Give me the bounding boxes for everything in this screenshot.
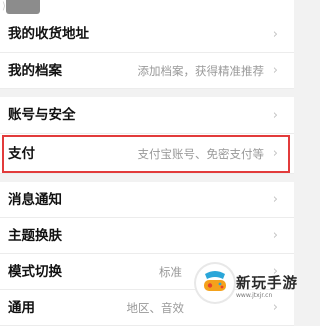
chevron-right-icon: ›: [272, 146, 278, 161]
menu-item-label: 通用: [8, 300, 35, 316]
menu-item-label: 模式切换: [8, 264, 62, 280]
chevron-right-icon: ›: [272, 108, 278, 123]
menu-item-payment[interactable]: 支付 支付宝账号、免密支付等 ›: [0, 134, 294, 174]
avatar[interactable]: [6, 0, 40, 14]
menu-item-label: 支付: [8, 146, 35, 162]
chevron-right-icon: ›: [272, 228, 278, 243]
menu-item-label: 主题换肤: [8, 228, 62, 244]
menu-item-desc: 支付宝账号、免密支付等: [137, 147, 265, 161]
menu-item-label: 账号与安全: [8, 107, 76, 123]
gamepad-logo-icon: [196, 264, 234, 302]
watermark-url: www.jtxjr.cn: [236, 292, 273, 299]
menu-item-notifications[interactable]: 消息通知 ›: [0, 182, 294, 218]
watermark-brand: 新玩手游: [236, 275, 298, 292]
chevron-right-icon: ›: [272, 63, 278, 78]
chevron-right-icon: ›: [272, 27, 278, 42]
menu-item-shipping-address[interactable]: 我的收货地址 ›: [0, 16, 294, 53]
menu-item-desc: 地区、音效: [126, 301, 185, 315]
menu-item-theme[interactable]: 主题换肤 ›: [0, 218, 294, 254]
menu-item-label: 我的收货地址: [8, 26, 89, 42]
menu-item-account-security[interactable]: 账号与安全 ›: [0, 97, 294, 134]
menu-item-label: 我的档案: [8, 63, 62, 79]
profile-header-partial: ⟩: [0, 0, 294, 16]
chevron-left-icon: ⟩: [2, 1, 6, 12]
menu-item-desc: 标准: [159, 265, 182, 279]
menu-item-my-profile[interactable]: 我的档案 添加档案，获得精准推荐 ›: [0, 53, 294, 89]
menu-item-label: 消息通知: [8, 192, 62, 208]
watermark: 新玩手游 www.jtxjr.cn: [196, 264, 297, 313]
menu-item-desc: 添加档案，获得精准推荐: [137, 64, 265, 78]
chevron-right-icon: ›: [272, 192, 278, 207]
